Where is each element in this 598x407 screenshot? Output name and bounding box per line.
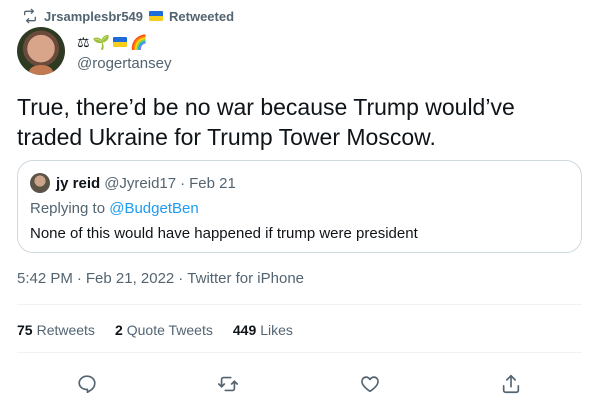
author-meta: ⚖ 🌱 🌈 @rogertansey <box>77 31 171 72</box>
quoted-tweet-date: Feb 21 <box>189 174 236 192</box>
like-icon <box>361 376 379 393</box>
retweeted-by-header: Jrsamplesbr549 Retweeted <box>22 6 234 26</box>
tweet-time[interactable]: 5:42 PM <box>17 270 73 287</box>
tweet-author: ⚖ 🌱 🌈 @rogertansey <box>17 27 171 75</box>
author-handle[interactable]: @rogertansey <box>77 55 171 72</box>
tweet-stats: 75 Retweets 2 Quote Tweets 449 Likes <box>17 322 293 338</box>
tweet-source[interactable]: Twitter for iPhone <box>187 270 304 287</box>
reply-icon <box>78 375 96 394</box>
tweet-timestamp: 5:42 PM · Feb 21, 2022 · Twitter for iPh… <box>17 270 304 287</box>
retweets-stat[interactable]: 75 Retweets <box>17 322 95 338</box>
retweet-button[interactable] <box>214 370 242 398</box>
quotes-label: Quote Tweets <box>126 322 213 338</box>
display-name-emojis[interactable]: ⚖ 🌱 🌈 <box>77 31 171 53</box>
quoted-tweet-text: None of this would have happened if trum… <box>30 225 418 242</box>
tweet-text: True, there’d be no war because Trump wo… <box>17 94 515 150</box>
reply-button[interactable] <box>73 370 101 398</box>
quoted-author-avatar <box>30 173 50 193</box>
share-icon <box>502 374 520 394</box>
rainbow-emoji: 🌈 <box>130 33 148 50</box>
ukraine-flag-icon <box>113 36 127 47</box>
ukraine-flag-icon <box>149 11 164 21</box>
replying-to-handle[interactable]: @BudgetBen <box>109 200 198 217</box>
author-avatar[interactable] <box>17 27 65 75</box>
likes-count: 449 <box>232 322 257 338</box>
quoted-author-handle: @Jyreid17 <box>104 174 177 192</box>
scales-emoji: ⚖ <box>77 33 90 50</box>
quotes-count: 2 <box>114 322 123 338</box>
retweeter-name[interactable]: Jrsamplesbr549 <box>44 9 143 24</box>
replying-to-line: Replying to @BudgetBen <box>30 200 569 217</box>
retweeted-label: Retweeted <box>169 8 235 24</box>
tweet-date[interactable]: Feb 21, 2022 <box>86 270 174 287</box>
quoted-tweet[interactable]: jy reid @Jyreid17 · Feb 21 Replying to @… <box>17 160 582 253</box>
separator-dot: · <box>76 270 82 287</box>
separator-dot: · <box>180 174 186 192</box>
likes-stat[interactable]: 449 Likes <box>233 322 293 338</box>
quoted-tweet-header: jy reid @Jyreid17 · Feb 21 <box>30 173 569 193</box>
retweet-icon <box>24 8 36 24</box>
like-button[interactable] <box>356 370 384 398</box>
quoted-author-name: jy reid <box>56 174 101 192</box>
separator-dot: · <box>178 270 184 287</box>
quote-tweets-stat[interactable]: 2 Quote Tweets <box>115 322 213 338</box>
retweet-icon <box>218 376 238 392</box>
retweets-count: 75 <box>17 322 33 338</box>
likes-label: Likes <box>260 322 293 338</box>
tweet-actions <box>17 370 582 398</box>
divider <box>17 304 582 305</box>
replying-to-prefix: Replying to <box>30 200 110 217</box>
retweets-label: Retweets <box>36 322 95 338</box>
seedling-emoji: 🌱 <box>92 33 110 50</box>
divider <box>17 352 582 353</box>
share-button[interactable] <box>497 370 525 398</box>
